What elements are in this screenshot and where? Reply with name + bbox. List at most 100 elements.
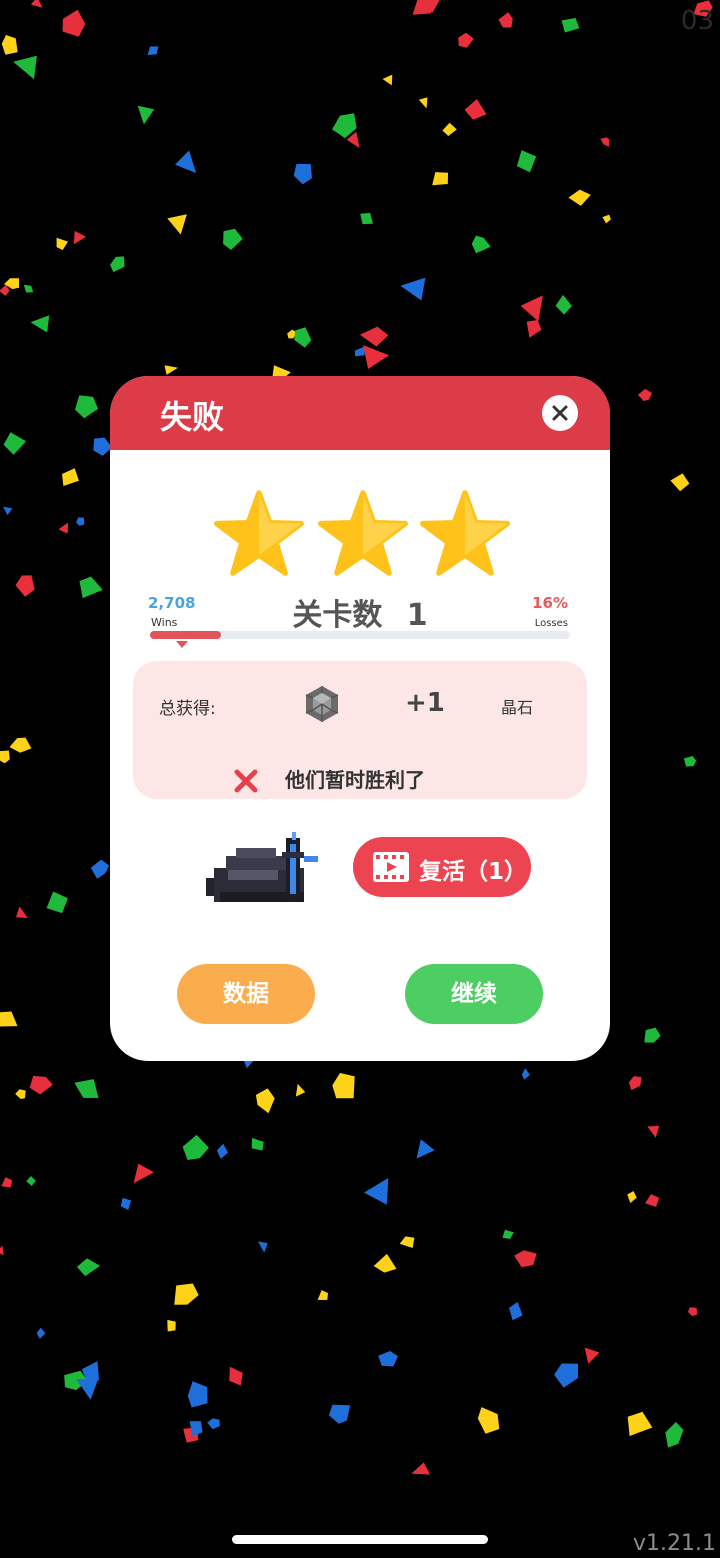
confetti-piece — [164, 365, 178, 375]
confetti-piece — [526, 320, 542, 338]
close-button[interactable] — [542, 395, 578, 431]
star-rating — [214, 490, 514, 580]
confetti-piece — [73, 230, 86, 245]
reward-unit: 晶石 — [501, 698, 534, 717]
confetti-piece — [328, 1404, 351, 1424]
video-ad-icon — [373, 852, 409, 882]
confetti-piece — [90, 859, 110, 879]
confetti-piece — [442, 122, 457, 136]
confetti-piece — [354, 346, 365, 357]
confetti-piece — [411, 1462, 431, 1475]
confetti-piece — [26, 1176, 36, 1186]
level-title: 关卡数 1 — [148, 590, 572, 634]
confetti-piece — [29, 1075, 53, 1095]
confetti-piece — [167, 214, 187, 235]
confetti-piece — [382, 74, 393, 86]
confetti-piece — [360, 212, 373, 225]
confetti-piece — [432, 172, 448, 186]
continue-button[interactable]: 继续 — [405, 964, 543, 1024]
dialog-title: 失败 — [160, 398, 225, 436]
confetti-piece — [207, 1418, 220, 1430]
win-loss-progress — [150, 631, 570, 639]
confetti-piece — [363, 345, 390, 369]
progress-fill — [150, 631, 222, 639]
confetti-piece — [521, 1068, 530, 1080]
confetti-piece — [182, 1134, 209, 1160]
dialog-header: 失败 — [110, 376, 610, 450]
confetti-piece — [13, 55, 37, 80]
confetti-piece — [627, 1411, 653, 1437]
reward-panel: 总获得: +1 晶石 他们暂时胜利了 — [133, 661, 587, 799]
confetti-piece — [364, 1178, 389, 1205]
confetti-piece — [477, 1407, 500, 1434]
confetti-piece — [627, 1191, 637, 1203]
confetti-piece — [3, 506, 13, 516]
revive-button[interactable]: 复活（1） — [353, 837, 531, 897]
confetti-piece — [332, 113, 357, 139]
confetti-piece — [30, 315, 50, 333]
confetti-piece — [36, 1327, 46, 1339]
confetti-piece — [133, 1163, 154, 1184]
confetti-piece — [15, 575, 35, 597]
confetti-piece — [647, 1125, 660, 1138]
confetti-piece — [187, 1381, 208, 1408]
confetti-piece — [16, 906, 28, 919]
confetti-piece — [683, 756, 697, 767]
confetti-piece — [167, 1319, 176, 1332]
confetti-piece — [0, 1011, 18, 1027]
confetti-piece — [46, 891, 68, 914]
confetti-piece — [464, 99, 487, 120]
confetti-piece — [317, 1290, 328, 1300]
cross-icon — [234, 769, 258, 793]
confetti-piece — [255, 1088, 275, 1114]
confetti-piece — [628, 1076, 642, 1091]
confetti-piece — [62, 9, 86, 37]
confetti-piece — [584, 1347, 600, 1364]
level-number: 1 — [406, 598, 428, 633]
confetti-piece — [62, 468, 79, 486]
confetti-piece — [15, 1089, 26, 1099]
stats-bar: 2,708 Wins 关卡数 1 16% Losses — [148, 590, 572, 660]
confetti-piece — [561, 18, 580, 33]
losses-label: Losses — [534, 618, 568, 629]
stats-button[interactable]: 数据 — [177, 964, 315, 1024]
confetti-piece — [0, 750, 10, 764]
progress-marker — [176, 641, 188, 648]
confetti-piece — [1, 1177, 13, 1188]
confetti-piece — [637, 388, 653, 401]
confetti-piece — [517, 150, 537, 173]
result-message: 他们暂时胜利了 — [285, 768, 425, 792]
confetti-piece — [555, 294, 572, 315]
crystal-icon — [305, 686, 339, 722]
confetti-piece — [418, 97, 428, 109]
corner-counter: 03 — [680, 6, 714, 36]
confetti-piece — [76, 517, 85, 526]
confetti-piece — [75, 395, 98, 419]
confetti-piece — [79, 576, 103, 599]
confetti-piece — [514, 1250, 537, 1268]
reward-label: 总获得: — [159, 699, 216, 719]
result-dialog: 失败 2,708 Wins 关卡数 1 16% Losses 总获得: +1 晶… — [110, 376, 610, 1061]
confetti-piece — [502, 1229, 514, 1239]
confetti-piece — [520, 295, 543, 322]
confetti-piece — [110, 256, 125, 273]
confetti-piece — [399, 1236, 415, 1248]
confetti-piece — [147, 46, 159, 56]
confetti-piece — [554, 1363, 579, 1388]
confetti-piece — [1, 35, 18, 55]
confetti-piece — [373, 1253, 397, 1273]
confetti-piece — [600, 137, 610, 147]
confetti-piece — [175, 150, 197, 174]
confetti-piece — [223, 228, 243, 250]
confetti-piece — [76, 1258, 100, 1277]
confetti-piece — [258, 1241, 268, 1253]
confetti-piece — [665, 1422, 684, 1448]
knight-character-icon — [206, 832, 318, 902]
close-icon — [552, 405, 568, 421]
version-label: v1.21.1 — [633, 1531, 716, 1556]
confetti-piece — [670, 473, 690, 492]
confetti-piece — [416, 1139, 435, 1159]
confetti-piece — [137, 105, 155, 125]
confetti-piece — [509, 1301, 523, 1321]
confetti-piece — [120, 1197, 131, 1210]
